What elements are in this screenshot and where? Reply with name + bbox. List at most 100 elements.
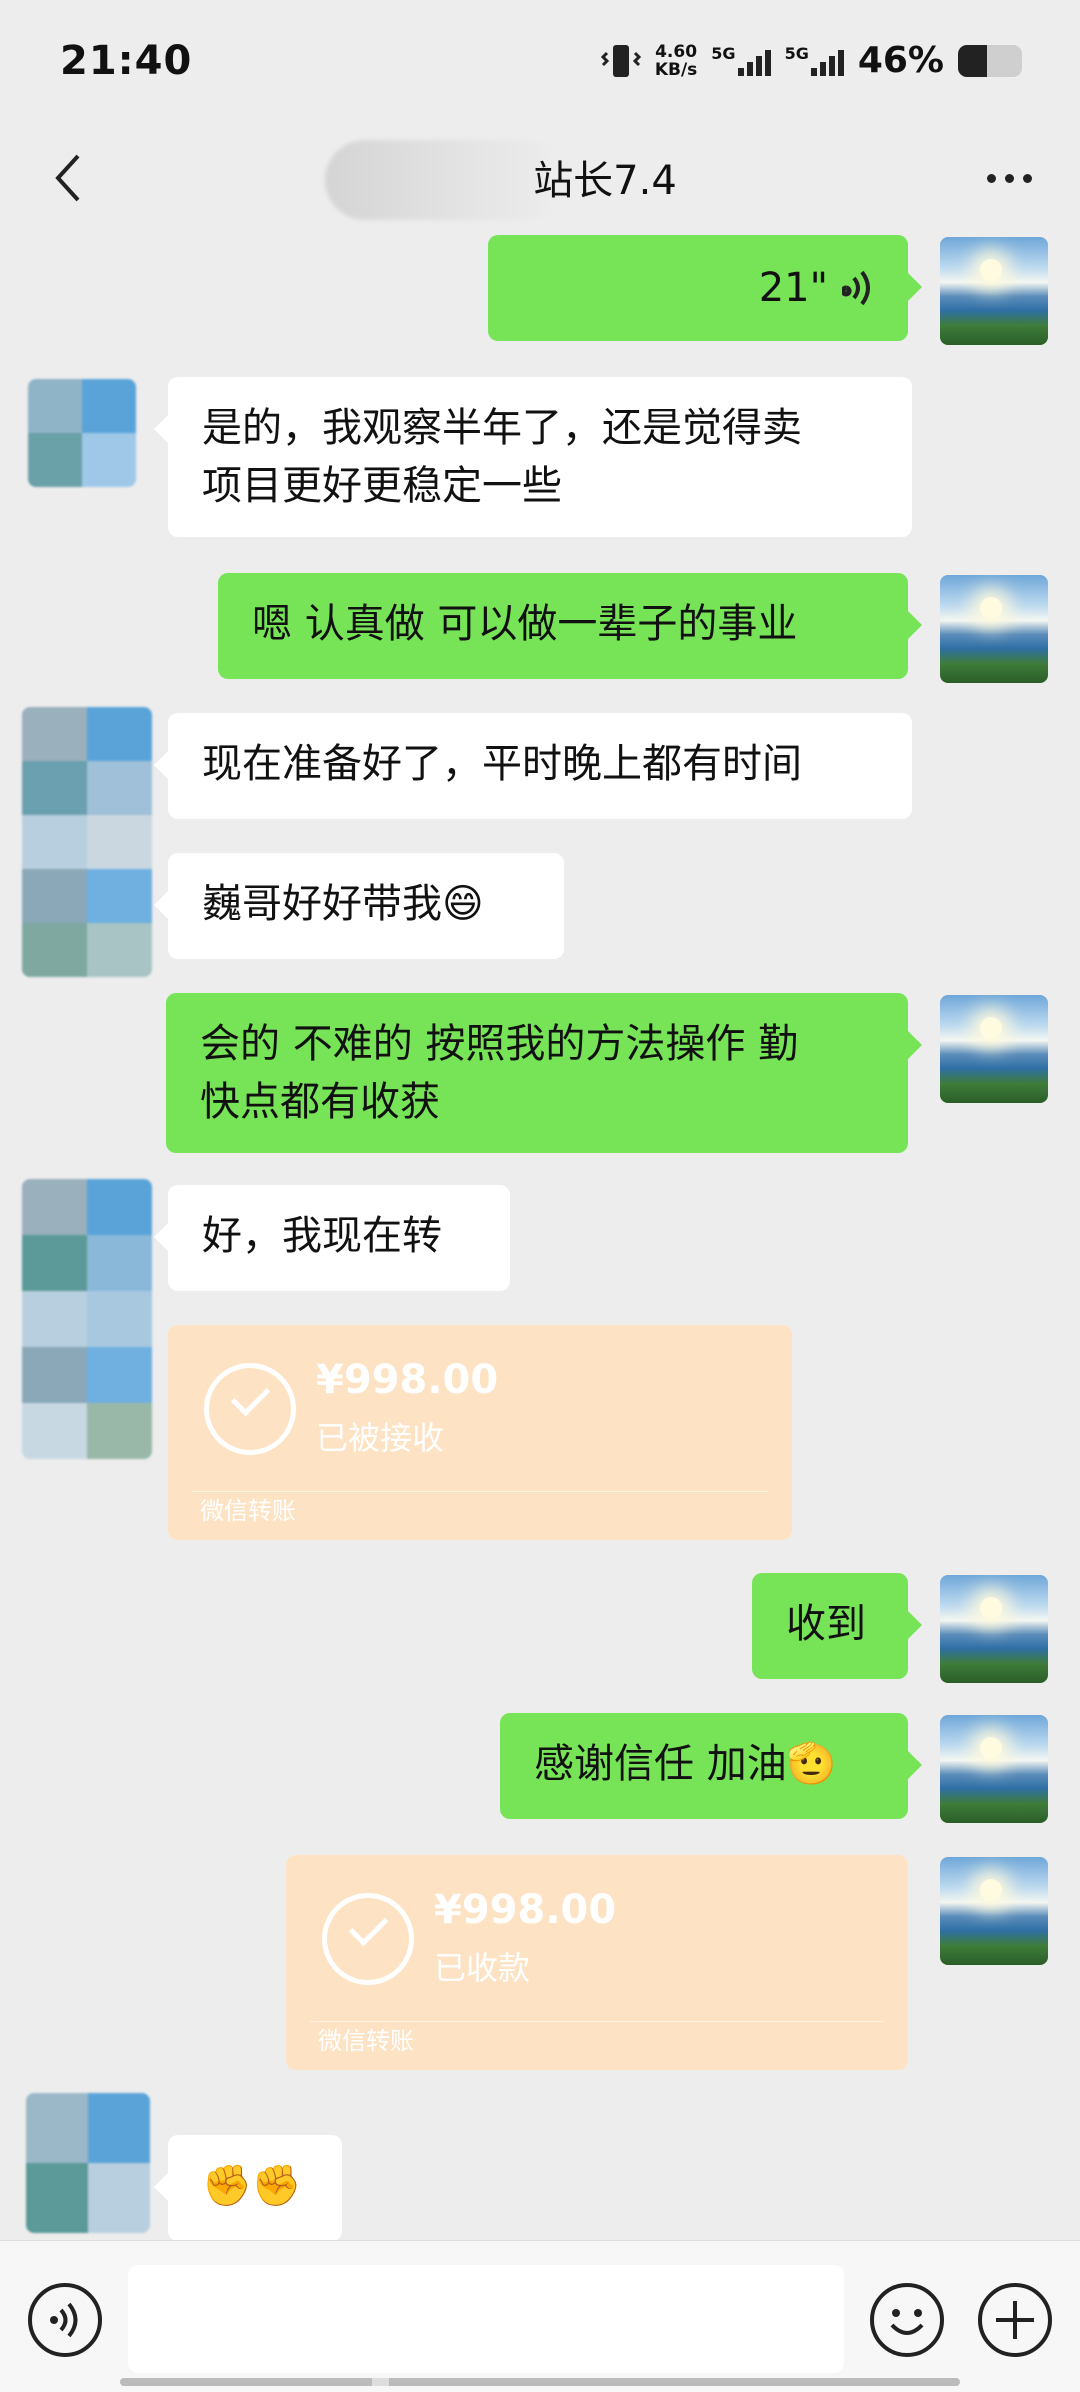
message-text: ✊✊ [202, 2163, 302, 2209]
self-avatar[interactable] [940, 995, 1048, 1103]
message-text-line: 快点都有收获 [200, 1079, 440, 1125]
message-row: 会的 不难的 按照我的方法操作 勤 快点都有收获 [0, 993, 1080, 1158]
avatar-pixel [22, 707, 87, 761]
transfer-card[interactable]: ¥998.00 已被接收 微信转账 [168, 1325, 792, 1540]
avatar-pixel [88, 2163, 150, 2233]
avatar-pixel [22, 761, 87, 815]
text-message-bubble[interactable]: 会的 不难的 按照我的方法操作 勤 快点都有收获 [166, 993, 922, 1153]
check-circle-icon [204, 1363, 296, 1455]
gesture-bar [120, 2378, 960, 2386]
avatar-pixel [28, 379, 82, 433]
message-row: ¥998.00 已收款 微信转账 [0, 1855, 1080, 2075]
self-avatar[interactable] [940, 575, 1048, 683]
avatar-pixel [87, 761, 152, 815]
emoji-button[interactable] [870, 2283, 944, 2357]
contact-avatar[interactable] [28, 379, 136, 487]
net-speed: 4.60 KB/s [655, 43, 697, 79]
message-text-line: 会的 不难的 按照我的方法操作 勤 [200, 1021, 799, 1067]
transfer-card[interactable]: ¥998.00 已收款 微信转账 [286, 1855, 908, 2070]
avatar-pixel [88, 2093, 150, 2163]
transfer-status: 已收款 [434, 1949, 531, 1987]
check-circle-icon [322, 1893, 414, 1985]
message-text: 好，我现在转 [202, 1213, 442, 1259]
message-text: 感谢信任 加油🫡 [534, 1741, 837, 1787]
status-bar: 21:40 4.60 KB/s 5G 5G 46% [0, 0, 1080, 130]
avatar-pixel [82, 379, 136, 433]
message-row: 巍哥好好带我😄 [0, 853, 1080, 963]
avatar-pixel [22, 1235, 87, 1291]
text-message-bubble[interactable]: 是的，我观察半年了，还是觉得卖 项目更好更稳定一些 [154, 377, 912, 537]
avatar-pixel [87, 1179, 152, 1235]
transfer-label: 微信转账 [318, 2027, 414, 2055]
transfer-label: 微信转账 [200, 1497, 296, 1525]
voice-duration: 21" [758, 265, 828, 311]
message-text-line: 项目更好更稳定一些 [202, 463, 562, 509]
message-row: 好，我现在转 [0, 1179, 1080, 1459]
self-avatar[interactable] [940, 1715, 1048, 1823]
self-avatar[interactable] [940, 237, 1048, 345]
more-dots-icon [986, 173, 996, 183]
message-row: 现在准备好了，平时晚上都有时间 [0, 707, 1080, 977]
voice-message-bubble[interactable]: 21" [488, 235, 922, 341]
text-message-bubble[interactable]: ✊✊ [154, 2135, 342, 2241]
self-avatar[interactable] [940, 1857, 1048, 1965]
status-icons: 4.60 KB/s 5G 5G 46% [600, 40, 1022, 81]
message-row: 感谢信任 加油🫡 [0, 1713, 1080, 1823]
contact-avatar[interactable] [26, 2093, 150, 2233]
voice-wave-icon [842, 270, 870, 306]
input-bar [0, 2240, 1080, 2392]
text-message-bubble[interactable]: 好，我现在转 [154, 1185, 510, 1291]
message-row: ✊✊ [0, 2093, 1080, 2241]
message-text: 收到 [786, 1601, 866, 1647]
signal-sim2: 5G [784, 43, 844, 76]
message-text-line: 是的，我观察半年了，还是觉得卖 [202, 405, 802, 451]
net-speed-unit: KB/s [654, 59, 698, 80]
message-list[interactable]: 21" 是的，我观察半年了，还是觉得卖 项目更好更稳定一些 嗯 认真做 可以做一… [0, 235, 1080, 2241]
message-row: 嗯 认真做 可以做一辈子的事业 [0, 573, 1080, 683]
vibrate-icon [600, 44, 641, 77]
signal-bars-icon [810, 46, 844, 76]
avatar-pixel [22, 1179, 87, 1235]
text-message-bubble[interactable]: 收到 [752, 1573, 922, 1679]
battery-percent: 46% [857, 40, 944, 81]
self-avatar[interactable] [940, 1575, 1048, 1683]
signal-sim1: 5G [711, 43, 771, 76]
sim2-network-type: 5G [784, 43, 809, 63]
battery-fill [958, 44, 988, 77]
text-message-bubble[interactable]: 嗯 认真做 可以做一辈子的事业 [218, 573, 922, 679]
avatar-pixel [26, 2093, 88, 2163]
message-text: 现在准备好了，平时晚上都有时间 [202, 741, 802, 787]
chat-title[interactable]: 站长7.4 [0, 148, 1080, 206]
message-text: 巍哥好好带我😄 [202, 881, 484, 927]
message-text: 嗯 认真做 可以做一辈子的事业 [252, 601, 798, 647]
transfer-status: 已被接收 [316, 1419, 445, 1457]
transfer-amount: ¥998.00 [316, 1357, 499, 1403]
plus-button[interactable] [978, 2283, 1052, 2357]
voice-input-icon [50, 2302, 78, 2338]
avatar-pixel [87, 707, 152, 761]
signal-bars-icon [737, 46, 771, 76]
message-input[interactable] [128, 2265, 844, 2373]
battery-icon [958, 44, 1022, 77]
text-message-bubble[interactable]: 巍哥好好带我😄 [154, 853, 564, 959]
sim1-network-type: 5G [711, 43, 736, 63]
message-row: 是的，我观察半年了，还是觉得卖 项目更好更稳定一些 [0, 377, 1080, 542]
status-time: 21:40 [60, 38, 193, 84]
text-message-bubble[interactable]: 感谢信任 加油🫡 [500, 1713, 922, 1819]
voice-input-button[interactable] [28, 2283, 102, 2357]
transfer-amount: ¥998.00 [434, 1887, 617, 1933]
emoji-icon [890, 2309, 924, 2335]
chat-title-text: 站长7.4 [533, 158, 677, 204]
net-speed-value: 4.60 [655, 41, 698, 62]
message-row: ¥998.00 已被接收 微信转账 [0, 1325, 1080, 1545]
avatar-pixel [28, 433, 82, 487]
avatar-pixel [87, 1235, 152, 1291]
more-button[interactable] [974, 148, 1044, 208]
text-message-bubble[interactable]: 现在准备好了，平时晚上都有时间 [154, 713, 912, 819]
message-row: 收到 [0, 1573, 1080, 1683]
avatar-pixel [82, 433, 136, 487]
more-dot [1022, 173, 1032, 183]
message-row: 21" [0, 235, 1080, 345]
more-dot [1004, 173, 1014, 183]
avatar-pixel [26, 2163, 88, 2233]
